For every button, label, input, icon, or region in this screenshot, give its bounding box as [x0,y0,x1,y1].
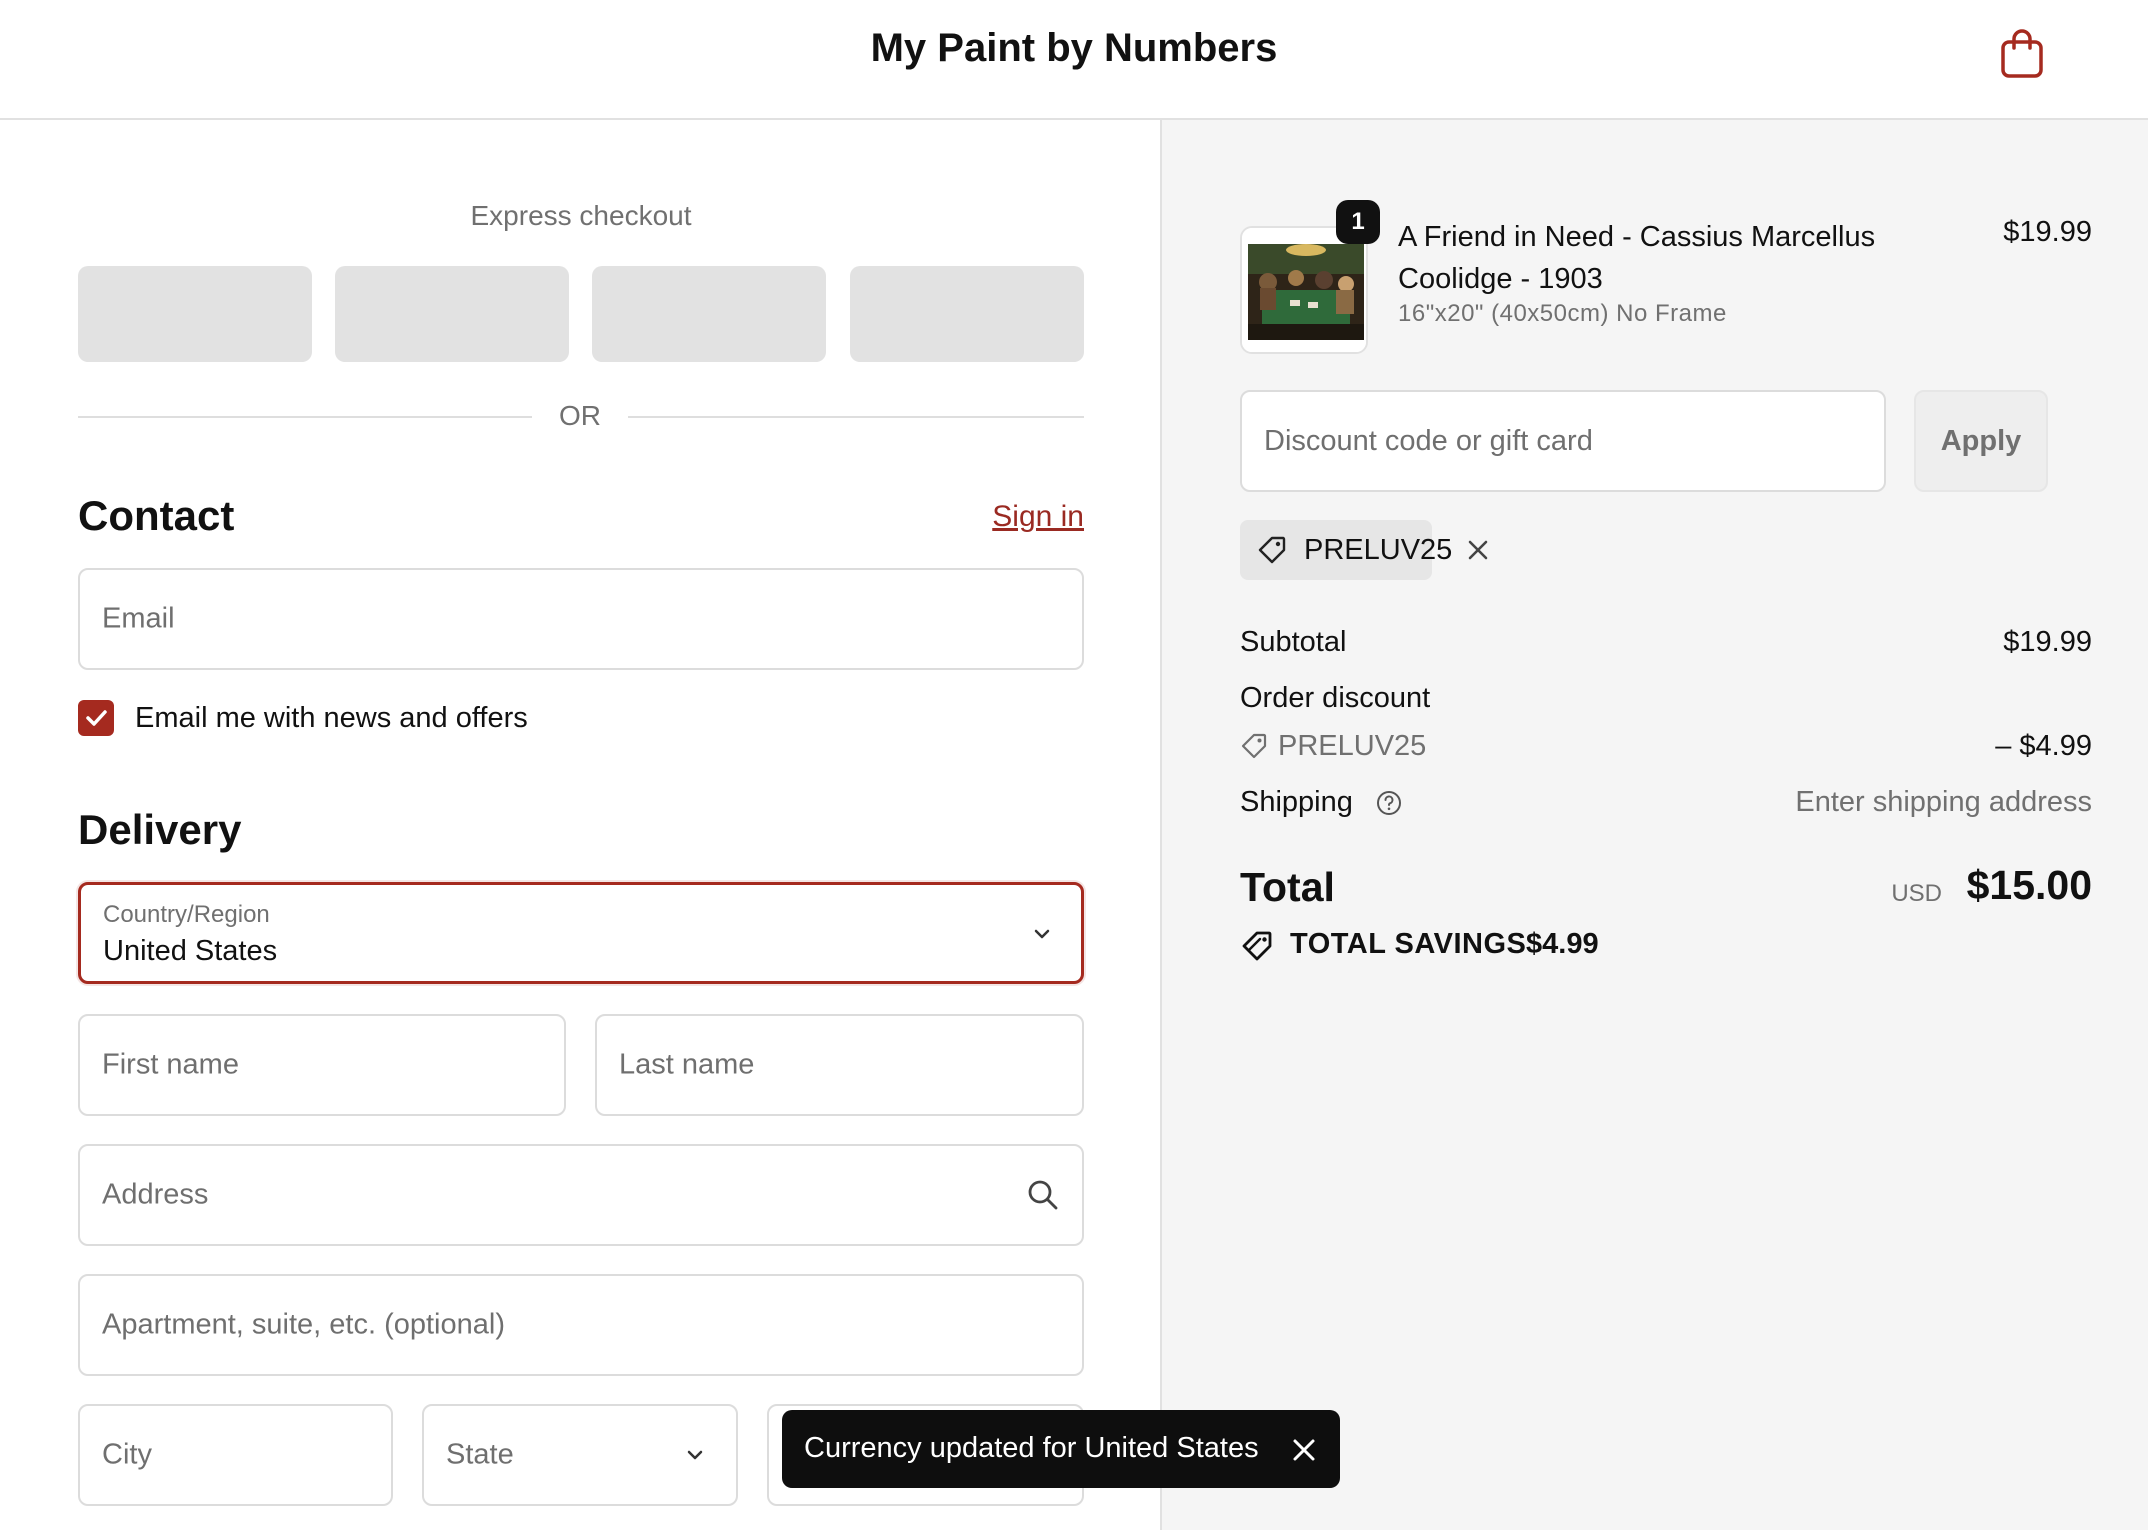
tag-icon [1258,536,1286,564]
contact-heading: Contact [78,492,235,539]
express-pay-button-2[interactable] [335,266,569,362]
cart-button[interactable] [1998,28,2046,80]
first-name-placeholder: First name [102,1048,239,1081]
apply-discount-button[interactable]: Apply [1914,390,2048,492]
state-select[interactable]: State [422,1404,738,1506]
chevron-down-icon [1034,929,1050,939]
chevron-down-icon [687,1450,703,1460]
discount-code-field[interactable]: Discount code or gift card [1240,390,1886,492]
quantity-badge: 1 [1336,200,1380,244]
search-icon [1028,1180,1058,1210]
express-checkout-label: Express checkout [470,200,692,231]
last-name-placeholder: Last name [619,1048,755,1081]
order-discount-code: PRELUV25 [1278,730,1427,762]
newsletter-label[interactable]: Email me with news and offers [135,702,528,735]
product-price: $19.99 [2003,216,2092,248]
email-field[interactable]: Email [78,568,1084,670]
state-placeholder: State [446,1438,514,1471]
product-painting-image [1242,228,1366,352]
total-value: $15.00 [1966,862,2092,908]
shipping-label: Shipping [1240,786,1353,818]
country-label: Country/Region [103,901,270,928]
apartment-placeholder: Apartment, suite, etc. (optional) [102,1308,505,1341]
product-name: A Friend in Need - Cassius Marcellus Coo… [1398,221,1876,295]
applied-discount-chip: PRELUV25 [1240,520,1488,580]
toast-message: Currency updated for United States [804,1432,1259,1464]
divider [628,416,1084,418]
country-region-select[interactable]: Country/Region United States [78,882,1084,984]
order-summary: 1 A Friend in Need - Cassius Marcellus C… [1160,120,2148,1530]
express-pay-button-3[interactable] [592,266,826,362]
newsletter-checkbox[interactable] [78,700,114,736]
remove-discount-icon[interactable] [1464,536,1492,564]
address-field[interactable]: Address [78,1144,1084,1246]
delivery-heading: Delivery [78,806,242,853]
address-placeholder: Address [102,1178,209,1211]
total-label: Total [1240,864,1335,910]
order-discount-label: Order discount [1240,682,1431,714]
email-placeholder: Email [102,602,175,635]
shipping-value: Enter shipping address [1795,786,2092,818]
city-placeholder: City [102,1438,152,1471]
or-separator: OR [559,400,601,431]
shopping-bag-icon [2001,29,2043,78]
header: My Paint by Numbers [0,0,2148,120]
subtotal-label: Subtotal [1240,626,1347,658]
product-variant: 16"x20" (40x50cm) No Frame [1398,300,1727,327]
express-pay-button-4[interactable] [850,266,1084,362]
currency-toast: Currency updated for United States [782,1410,1340,1488]
first-name-field[interactable]: First name [78,1014,566,1116]
express-pay-button-1[interactable] [78,266,312,362]
total-savings-label: TOTAL SAVINGS [1290,928,1527,960]
close-icon[interactable] [1290,1436,1318,1464]
checkout-form: Express checkout OR Contact Sign in Emai… [0,120,1160,1530]
total-savings-value: $4.99 [1526,928,1599,960]
last-name-field[interactable]: Last name [595,1014,1084,1116]
checkmark-icon [86,710,107,726]
subtotal-value: $19.99 [2003,626,2092,658]
order-discount-value: – $4.99 [1995,730,2092,762]
city-field[interactable]: City [78,1404,393,1506]
savings-tag-icon [1242,931,1272,961]
store-title[interactable]: My Paint by Numbers [0,26,2148,71]
discount-placeholder: Discount code or gift card [1264,425,1593,457]
product-thumbnail [1240,226,1368,354]
help-circle-icon[interactable] [1376,790,1402,816]
applied-code: PRELUV25 [1304,534,1453,566]
sign-in-link[interactable]: Sign in [950,500,1084,534]
tag-icon [1241,733,1267,759]
apartment-field[interactable]: Apartment, suite, etc. (optional) [78,1274,1084,1376]
divider [78,416,532,418]
country-value: United States [103,935,278,967]
